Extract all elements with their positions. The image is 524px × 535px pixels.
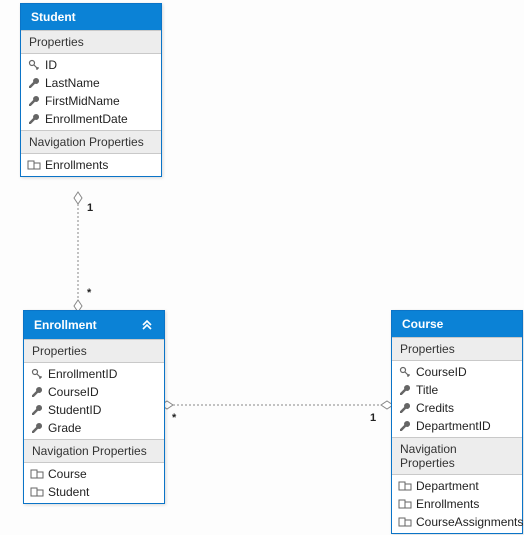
property-row[interactable]: CourseID	[24, 383, 164, 401]
wrench-icon	[27, 76, 41, 90]
property-row[interactable]: ID	[21, 56, 161, 74]
wrench-icon	[398, 383, 412, 397]
property-name: Credits	[416, 401, 454, 415]
wrench-icon	[30, 403, 44, 417]
entity-student[interactable]: Student Properties ID LastName FirstMidN…	[20, 3, 162, 177]
multiplicity-label: 1	[370, 412, 376, 424]
diagram-canvas: 1 * * 1 Student Properties ID LastName F…	[0, 0, 524, 535]
navprop-name: Enrollments	[416, 497, 479, 511]
navprop-row[interactable]: Enrollments	[21, 156, 161, 174]
wrench-icon	[27, 94, 41, 108]
property-name: Title	[416, 383, 438, 397]
property-name: EnrollmentID	[48, 367, 117, 381]
entity-header[interactable]: Student	[21, 4, 161, 30]
section-header-properties: Properties	[21, 30, 161, 54]
navprop-name: Enrollments	[45, 158, 108, 172]
entity-title: Enrollment	[34, 318, 97, 332]
property-name: CourseID	[48, 385, 99, 399]
properties-list: ID LastName FirstMidName EnrollmentDate	[21, 54, 161, 130]
property-row[interactable]: LastName	[21, 74, 161, 92]
properties-list: CourseID Title Credits DepartmentID	[392, 361, 522, 437]
key-icon	[398, 365, 412, 379]
nav-icon	[30, 467, 44, 481]
navprops-list: Enrollments	[21, 154, 161, 176]
nav-icon	[398, 515, 412, 529]
multiplicity-label: 1	[87, 202, 93, 214]
entity-course[interactable]: Course Properties CourseID Title Credits…	[391, 310, 523, 534]
section-header-properties: Properties	[24, 339, 164, 363]
entity-header[interactable]: Enrollment	[24, 311, 164, 339]
property-row[interactable]: EnrollmentID	[24, 365, 164, 383]
navprop-row[interactable]: CourseAssignments	[392, 513, 522, 531]
navprop-row[interactable]: Department	[392, 477, 522, 495]
property-name: DepartmentID	[416, 419, 491, 433]
property-row[interactable]: EnrollmentDate	[21, 110, 161, 128]
property-row[interactable]: Title	[392, 381, 522, 399]
navprop-name: Department	[416, 479, 479, 493]
nav-icon	[30, 485, 44, 499]
multiplicity-label: *	[172, 412, 176, 424]
navprop-row[interactable]: Student	[24, 483, 164, 501]
key-icon	[27, 58, 41, 72]
wrench-icon	[27, 112, 41, 126]
wrench-icon	[30, 421, 44, 435]
property-row[interactable]: DepartmentID	[392, 417, 522, 435]
entity-enrollment[interactable]: Enrollment Properties EnrollmentID Cours…	[23, 310, 165, 504]
property-name: FirstMidName	[45, 94, 120, 108]
entity-title: Student	[31, 10, 76, 24]
wrench-icon	[398, 419, 412, 433]
nav-icon	[398, 479, 412, 493]
property-row[interactable]: Grade	[24, 419, 164, 437]
section-header-navprops: Navigation Properties	[21, 130, 161, 154]
nav-icon	[27, 158, 41, 172]
property-name: LastName	[45, 76, 100, 90]
entity-title: Course	[402, 317, 443, 331]
navprop-name: CourseAssignments	[416, 515, 523, 529]
wrench-icon	[30, 385, 44, 399]
navprop-name: Student	[48, 485, 89, 499]
navprops-list: Course Student	[24, 463, 164, 503]
navprop-row[interactable]: Course	[24, 465, 164, 483]
property-name: CourseID	[416, 365, 467, 379]
property-row[interactable]: StudentID	[24, 401, 164, 419]
multiplicity-label: *	[87, 287, 91, 299]
property-name: ID	[45, 58, 57, 72]
property-row[interactable]: CourseID	[392, 363, 522, 381]
entity-header[interactable]: Course	[392, 311, 522, 337]
property-name: Grade	[48, 421, 81, 435]
navprop-name: Course	[48, 467, 87, 481]
properties-list: EnrollmentID CourseID StudentID Grade	[24, 363, 164, 439]
section-header-navprops: Navigation Properties	[24, 439, 164, 463]
section-header-navprops: Navigation Properties	[392, 437, 522, 475]
navprop-row[interactable]: Enrollments	[392, 495, 522, 513]
property-row[interactable]: Credits	[392, 399, 522, 417]
property-name: EnrollmentDate	[45, 112, 128, 126]
property-name: StudentID	[48, 403, 101, 417]
wrench-icon	[398, 401, 412, 415]
property-row[interactable]: FirstMidName	[21, 92, 161, 110]
section-header-properties: Properties	[392, 337, 522, 361]
nav-icon	[398, 497, 412, 511]
chevrons-up-icon	[140, 317, 154, 333]
navprops-list: Department Enrollments CourseAssignments	[392, 475, 522, 533]
key-icon	[30, 367, 44, 381]
